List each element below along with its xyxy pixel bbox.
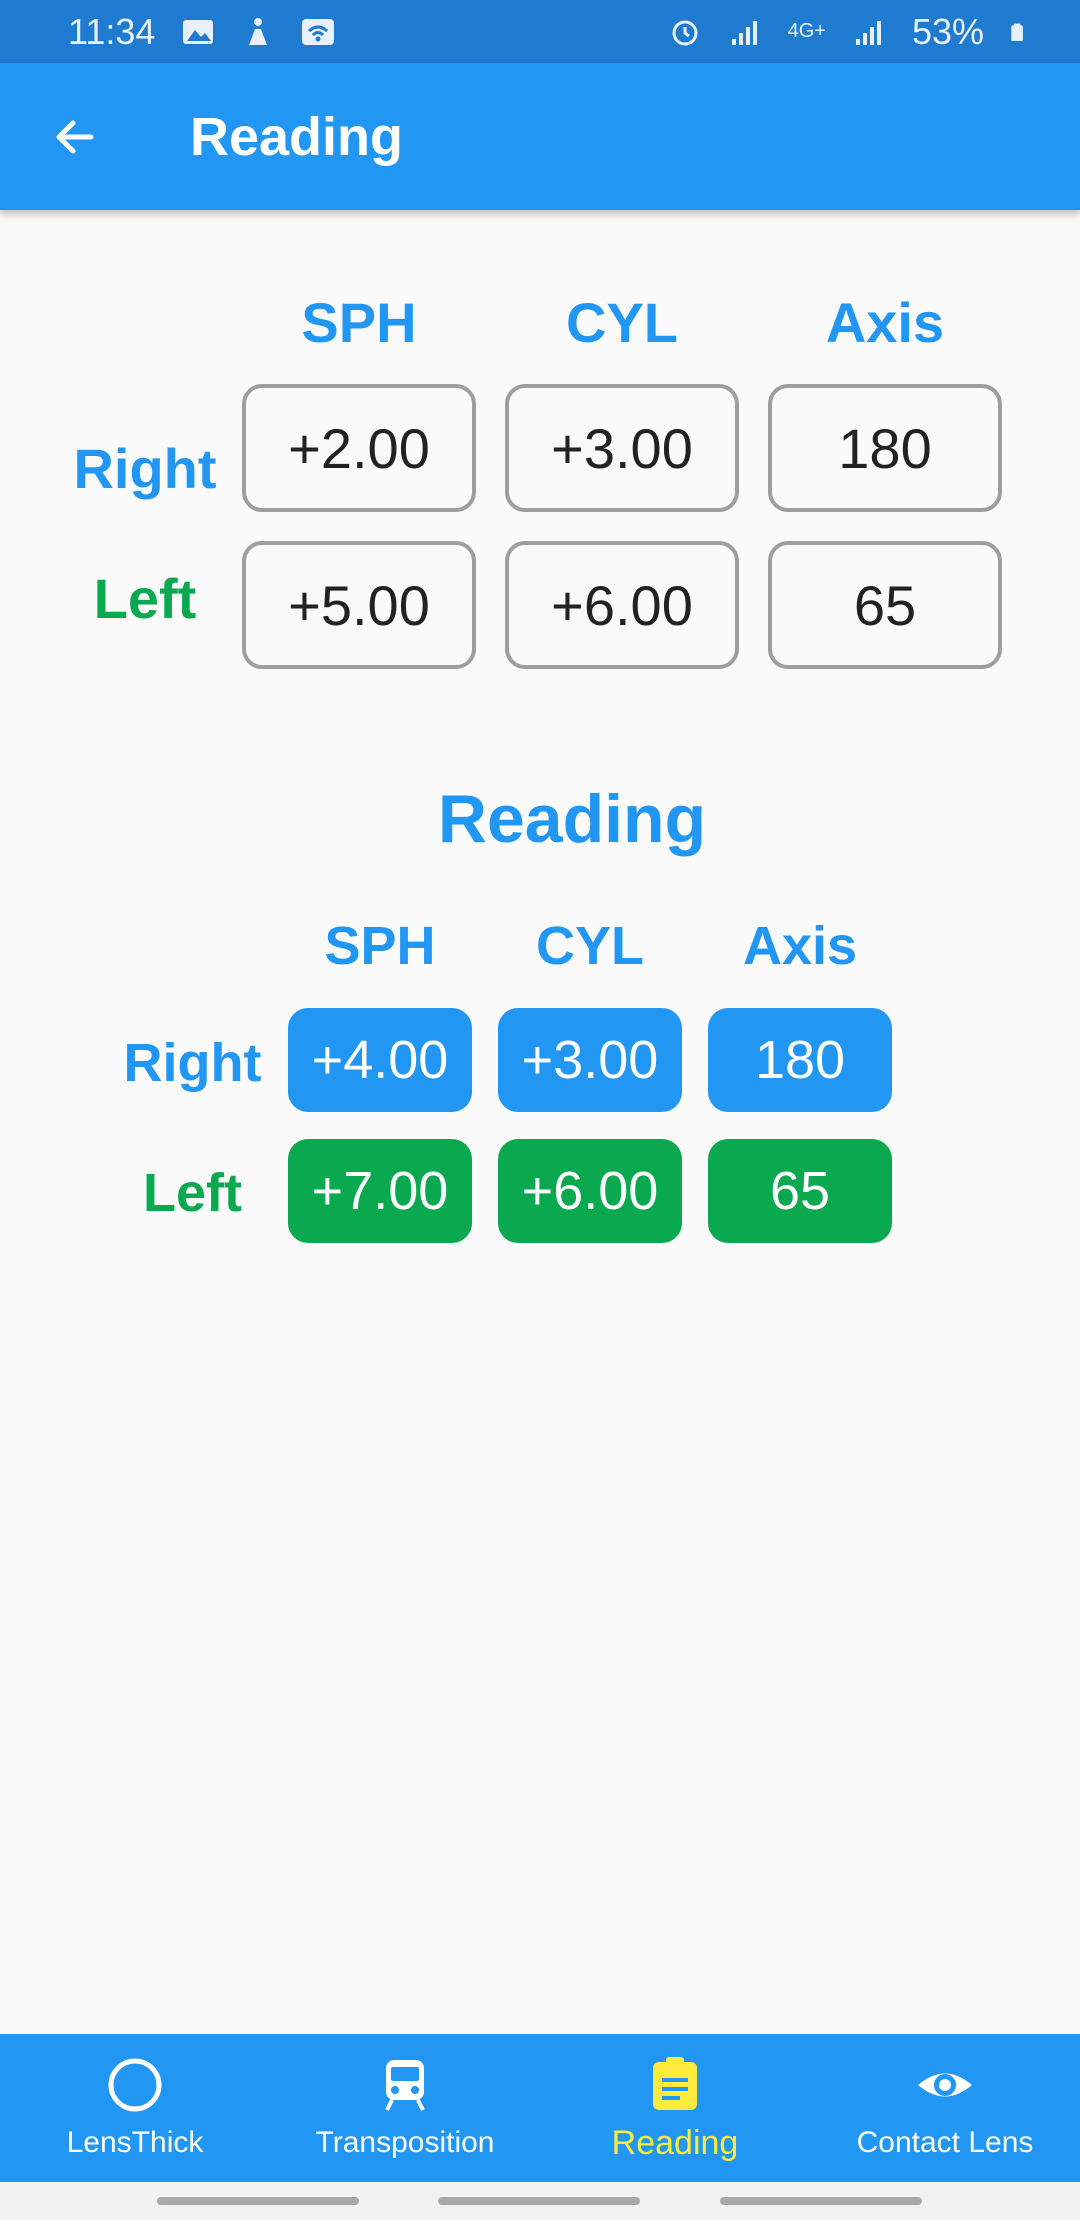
gallery-icon — [183, 19, 214, 44]
back-button[interactable] — [0, 63, 150, 210]
alarm-icon — [672, 20, 698, 45]
status-bar: 11:34 4G+ 53% — [0, 0, 1080, 63]
result-left-sph: +7.00 — [288, 1139, 472, 1243]
wifi-box-icon — [302, 18, 335, 45]
gesture-pill-center[interactable] — [438, 2197, 640, 2205]
result-col-axis: Axis — [742, 916, 858, 976]
clipboard-icon — [653, 2056, 697, 2110]
signal-icon — [731, 20, 757, 45]
circle-icon — [108, 2058, 162, 2112]
input-col-cyl: CYL — [566, 291, 678, 354]
result-col-sph: SPH — [324, 916, 436, 976]
left-cyl-input[interactable]: +6.00 — [505, 541, 739, 669]
eye-icon — [918, 2073, 972, 2097]
arrow-back-icon — [56, 120, 94, 153]
right-cyl-input[interactable]: +3.00 — [505, 384, 739, 512]
gesture-pill-right[interactable] — [720, 2197, 922, 2205]
left-axis-input[interactable]: 65 — [768, 541, 1002, 669]
nav-lensthick-label: LensThick — [66, 2126, 204, 2159]
nav-reading[interactable]: Reading — [540, 2034, 810, 2182]
result-right-axis: 180 — [708, 1008, 892, 1112]
input-col-sph: SPH — [301, 291, 417, 354]
result-left-axis: 65 — [708, 1139, 892, 1243]
result-col-cyl: CYL — [536, 916, 644, 976]
page-title: Reading — [190, 106, 404, 167]
network-type: 4G+ — [787, 20, 826, 42]
battery-percent: 53% — [911, 10, 984, 52]
app-bar: Reading — [0, 63, 1080, 210]
nav-reading-label: Reading — [611, 2123, 739, 2162]
result-left-cyl: +6.00 — [498, 1139, 682, 1243]
right-sph-input[interactable]: +2.00 — [242, 384, 476, 512]
accessibility-icon — [249, 17, 268, 45]
input-row-right-label: Right — [73, 437, 217, 500]
result-right-cyl: +3.00 — [498, 1008, 682, 1112]
input-row-left-label: Left — [93, 567, 197, 630]
bottom-navigation: LensThick Transposition Reading Contact … — [0, 2034, 1080, 2182]
gesture-pill-left[interactable] — [157, 2197, 359, 2205]
result-right-sph: +4.00 — [288, 1008, 472, 1112]
result-title: Reading — [437, 781, 707, 857]
nav-contact-lens-label: Contact Lens — [856, 2126, 1034, 2159]
result-row-left-label: Left — [143, 1163, 242, 1223]
gesture-bar — [0, 2182, 1080, 2220]
train-icon — [385, 2060, 425, 2111]
result-row-right-label: Right — [123, 1033, 262, 1093]
nav-transposition-label: Transposition — [315, 2126, 495, 2159]
nav-contact-lens[interactable]: Contact Lens — [810, 2034, 1080, 2182]
status-time: 11:34 — [68, 10, 156, 52]
input-col-axis: Axis — [825, 291, 945, 354]
nav-lensthick[interactable]: LensThick — [0, 2034, 270, 2182]
right-axis-input[interactable]: 180 — [768, 384, 1002, 512]
left-sph-input[interactable]: +5.00 — [242, 541, 476, 669]
signal-icon-2 — [855, 20, 881, 45]
battery-icon — [1011, 23, 1023, 41]
nav-transposition[interactable]: Transposition — [270, 2034, 540, 2182]
